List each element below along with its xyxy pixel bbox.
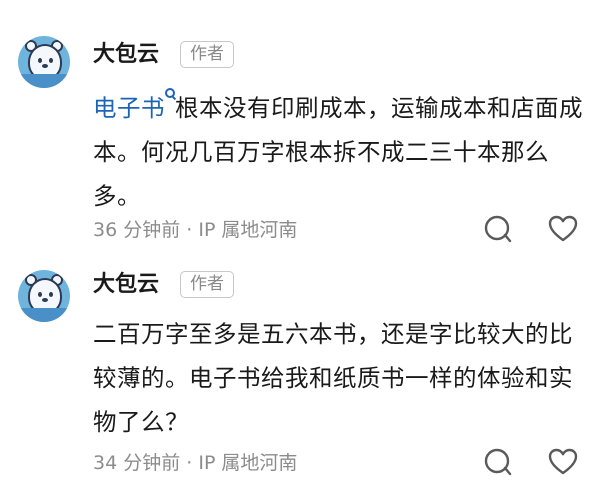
like-button[interactable] (547, 213, 579, 245)
reply-bubble-icon (484, 448, 512, 476)
keyword-link[interactable]: 电子书 (93, 94, 165, 122)
heart-icon (548, 215, 578, 242)
avatar[interactable] (18, 36, 70, 88)
author-badge: 作者 (180, 41, 234, 68)
heart-icon (548, 448, 578, 475)
comment-body: 根本没有印刷成本，运输成本和店面成本。何况几百万字根本拆不成二三十本那么多。 (93, 94, 583, 210)
reply-button[interactable] (482, 213, 514, 245)
reply-button[interactable] (482, 446, 514, 478)
comment-text: 二百万字至多是五六本书，还是字比较大的比较薄的。电子书给我和纸质书一样的体验和实… (93, 320, 573, 436)
author-badge: 作者 (180, 271, 234, 298)
like-button[interactable] (547, 446, 579, 478)
comment-meta: 34 分钟前 · IP 属地河南 (93, 452, 298, 474)
author-name[interactable]: 大包云 (93, 271, 159, 299)
author-name[interactable]: 大包云 (93, 41, 159, 69)
search-link-icon[interactable] (165, 88, 175, 106)
comment-text: 电子书 根本没有印刷成本，运输成本和店面成本。何况几百万字根本拆不成二三十本那么多… (93, 86, 593, 218)
avatar[interactable] (18, 270, 70, 322)
reply-bubble-icon (484, 215, 512, 243)
comment-meta: 36 分钟前 · IP 属地河南 (93, 219, 298, 241)
